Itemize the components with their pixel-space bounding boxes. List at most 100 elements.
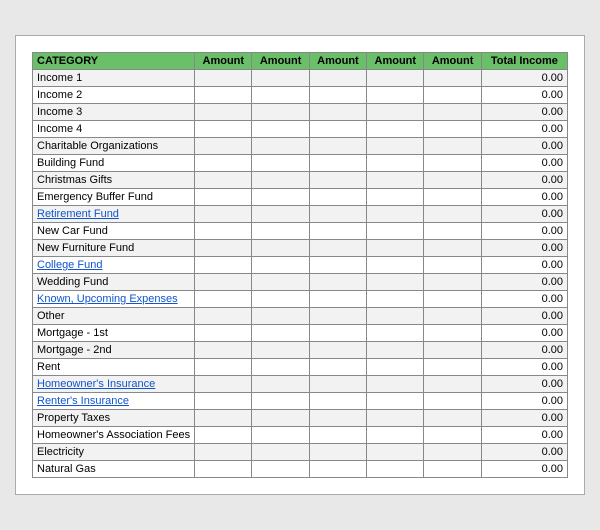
amount-input-cell[interactable] (195, 376, 252, 393)
amount-input-cell[interactable] (195, 325, 252, 342)
amount-input-cell[interactable] (252, 342, 309, 359)
amount-input-cell[interactable] (309, 359, 366, 376)
amount-input-cell[interactable] (367, 376, 424, 393)
amount-input-cell[interactable] (252, 155, 309, 172)
amount-input-cell[interactable] (367, 240, 424, 257)
amount-input-cell[interactable] (309, 427, 366, 444)
amount-input-cell[interactable] (252, 206, 309, 223)
amount-input-cell[interactable] (424, 189, 481, 206)
amount-input-cell[interactable] (195, 189, 252, 206)
amount-input-cell[interactable] (367, 461, 424, 478)
amount-input-cell[interactable] (309, 376, 366, 393)
amount-input-cell[interactable] (424, 274, 481, 291)
amount-input-cell[interactable] (252, 325, 309, 342)
amount-input-cell[interactable] (367, 393, 424, 410)
amount-input-cell[interactable] (424, 172, 481, 189)
amount-input-cell[interactable] (424, 291, 481, 308)
amount-input-cell[interactable] (309, 342, 366, 359)
amount-input-cell[interactable] (424, 155, 481, 172)
amount-input-cell[interactable] (252, 240, 309, 257)
amount-input-cell[interactable] (424, 308, 481, 325)
amount-input-cell[interactable] (252, 138, 309, 155)
amount-input-cell[interactable] (309, 104, 366, 121)
amount-input-cell[interactable] (424, 70, 481, 87)
amount-input-cell[interactable] (252, 393, 309, 410)
amount-input-cell[interactable] (367, 342, 424, 359)
amount-input-cell[interactable] (252, 70, 309, 87)
amount-input-cell[interactable] (367, 308, 424, 325)
amount-input-cell[interactable] (424, 138, 481, 155)
amount-input-cell[interactable] (252, 461, 309, 478)
amount-input-cell[interactable] (367, 172, 424, 189)
amount-input-cell[interactable] (309, 410, 366, 427)
amount-input-cell[interactable] (252, 427, 309, 444)
amount-input-cell[interactable] (367, 189, 424, 206)
amount-input-cell[interactable] (195, 359, 252, 376)
amount-input-cell[interactable] (367, 444, 424, 461)
amount-input-cell[interactable] (367, 121, 424, 138)
amount-input-cell[interactable] (309, 155, 366, 172)
amount-input-cell[interactable] (367, 410, 424, 427)
amount-input-cell[interactable] (424, 325, 481, 342)
amount-input-cell[interactable] (195, 223, 252, 240)
amount-input-cell[interactable] (309, 308, 366, 325)
amount-input-cell[interactable] (424, 240, 481, 257)
amount-input-cell[interactable] (367, 138, 424, 155)
amount-input-cell[interactable] (195, 342, 252, 359)
amount-input-cell[interactable] (424, 427, 481, 444)
amount-input-cell[interactable] (309, 444, 366, 461)
amount-input-cell[interactable] (367, 206, 424, 223)
amount-input-cell[interactable] (424, 87, 481, 104)
amount-input-cell[interactable] (195, 257, 252, 274)
amount-input-cell[interactable] (424, 121, 481, 138)
amount-input-cell[interactable] (424, 223, 481, 240)
amount-input-cell[interactable] (367, 427, 424, 444)
amount-input-cell[interactable] (195, 70, 252, 87)
amount-input-cell[interactable] (195, 444, 252, 461)
amount-input-cell[interactable] (309, 189, 366, 206)
amount-input-cell[interactable] (367, 104, 424, 121)
amount-input-cell[interactable] (367, 87, 424, 104)
amount-input-cell[interactable] (195, 393, 252, 410)
amount-input-cell[interactable] (309, 240, 366, 257)
amount-input-cell[interactable] (252, 189, 309, 206)
amount-input-cell[interactable] (195, 138, 252, 155)
amount-input-cell[interactable] (367, 359, 424, 376)
amount-input-cell[interactable] (195, 461, 252, 478)
amount-input-cell[interactable] (309, 206, 366, 223)
amount-input-cell[interactable] (424, 461, 481, 478)
amount-input-cell[interactable] (367, 223, 424, 240)
amount-input-cell[interactable] (424, 257, 481, 274)
amount-input-cell[interactable] (195, 240, 252, 257)
amount-input-cell[interactable] (195, 206, 252, 223)
amount-input-cell[interactable] (424, 359, 481, 376)
amount-input-cell[interactable] (195, 427, 252, 444)
amount-input-cell[interactable] (252, 291, 309, 308)
amount-input-cell[interactable] (367, 291, 424, 308)
amount-input-cell[interactable] (195, 155, 252, 172)
amount-input-cell[interactable] (195, 121, 252, 138)
amount-input-cell[interactable] (309, 172, 366, 189)
amount-input-cell[interactable] (424, 104, 481, 121)
amount-input-cell[interactable] (424, 393, 481, 410)
amount-input-cell[interactable] (309, 274, 366, 291)
amount-input-cell[interactable] (309, 70, 366, 87)
amount-input-cell[interactable] (252, 376, 309, 393)
amount-input-cell[interactable] (309, 291, 366, 308)
amount-input-cell[interactable] (195, 410, 252, 427)
amount-input-cell[interactable] (309, 223, 366, 240)
amount-input-cell[interactable] (252, 223, 309, 240)
amount-input-cell[interactable] (252, 87, 309, 104)
amount-input-cell[interactable] (252, 308, 309, 325)
amount-input-cell[interactable] (309, 87, 366, 104)
amount-input-cell[interactable] (252, 257, 309, 274)
amount-input-cell[interactable] (252, 172, 309, 189)
amount-input-cell[interactable] (367, 325, 424, 342)
amount-input-cell[interactable] (195, 274, 252, 291)
amount-input-cell[interactable] (367, 257, 424, 274)
amount-input-cell[interactable] (252, 359, 309, 376)
amount-input-cell[interactable] (195, 291, 252, 308)
amount-input-cell[interactable] (252, 444, 309, 461)
amount-input-cell[interactable] (309, 461, 366, 478)
amount-input-cell[interactable] (367, 274, 424, 291)
